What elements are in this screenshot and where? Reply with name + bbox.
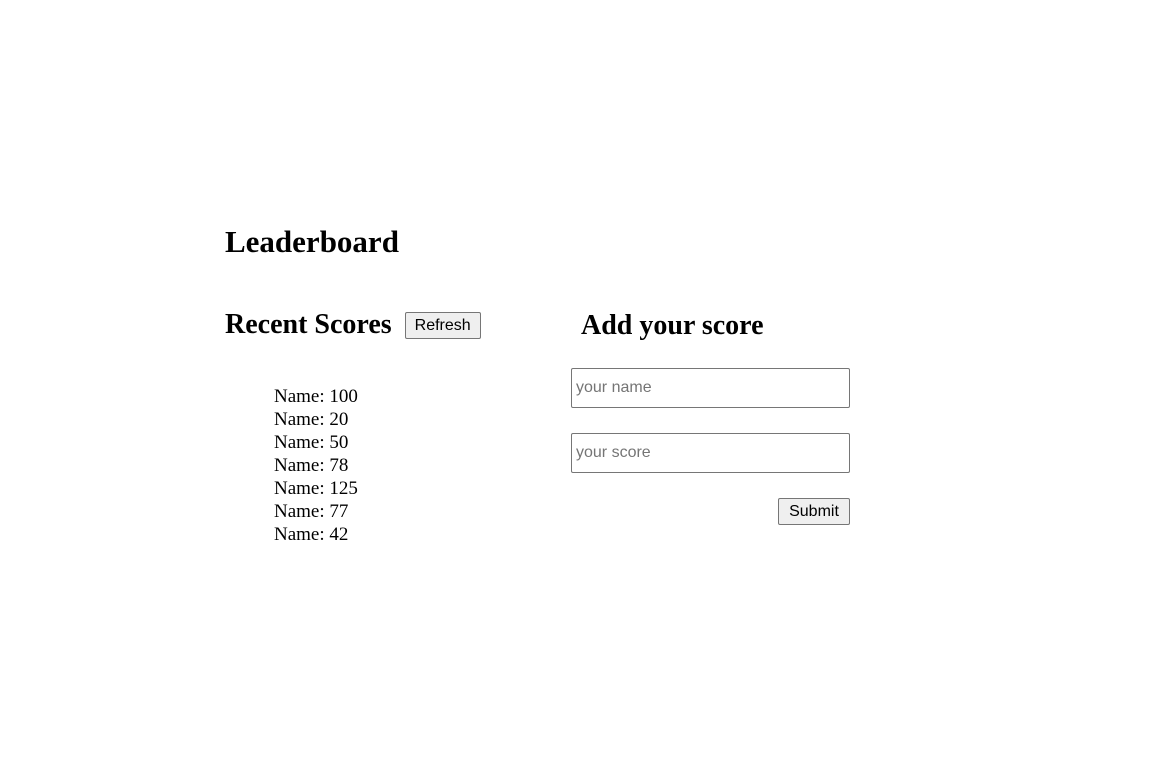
score-item: Name: 20 — [274, 409, 349, 430]
score-input[interactable] — [571, 433, 850, 473]
score-item: Name: 50 — [274, 432, 349, 453]
score-item: Name: 100 — [274, 386, 358, 407]
score-item: Name: 125 — [274, 478, 358, 499]
submit-button[interactable]: Submit — [778, 498, 850, 525]
page-title: Leaderboard — [225, 224, 399, 259]
name-input[interactable] — [571, 368, 850, 408]
recent-scores-heading: Recent Scores — [225, 309, 392, 340]
scores-list: Name: 100 Name: 20 Name: 50 Name: 78 Nam… — [274, 385, 358, 546]
recent-scores-header: Recent Scores Refresh — [225, 308, 481, 342]
score-item: Name: 77 — [274, 501, 349, 522]
refresh-button[interactable]: Refresh — [404, 311, 481, 339]
add-score-heading: Add your score — [581, 310, 764, 341]
leaderboard-page: Leaderboard Recent Scores Refresh Name: … — [0, 0, 1161, 765]
score-item: Name: 78 — [274, 455, 349, 476]
score-item: Name: 42 — [274, 524, 349, 545]
